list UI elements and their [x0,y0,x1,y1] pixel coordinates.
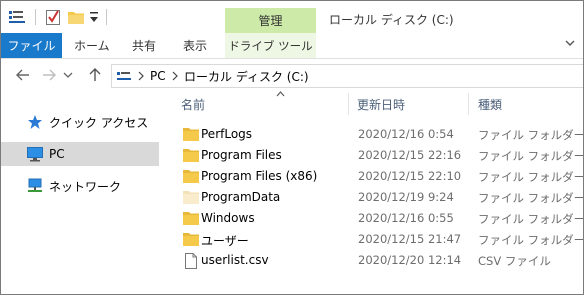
file-type: ファイル フォルダー [478,233,584,247]
computer-icon [27,146,43,162]
navigation-pane: クイック アクセス PC ネットワーク [1,91,161,294]
address-row: PC ローカル ディスク (C:) [1,59,583,91]
file-type: ファイル フォルダー [478,128,584,142]
file-modified: 2020/12/16 0:55 [358,211,454,225]
file-type: ファイル フォルダー [478,191,584,205]
customize-toolbar-icon[interactable] [89,9,99,25]
back-arrow-icon[interactable] [13,65,33,85]
file-modified: 2020/12/19 9:24 [358,190,454,204]
column-separator[interactable] [348,93,349,115]
file-name: Windows [201,211,255,225]
file-modified: 2020/12/15 21:47 [358,232,462,246]
file-name: Program Files (x86) [201,169,318,183]
file-name: PerfLogs [201,127,253,141]
tab-share[interactable]: 共有 [132,33,156,58]
nav-item-label: ネットワーク [49,179,122,194]
nav-item-quick-access[interactable]: クイック アクセス [1,110,159,134]
tab-home[interactable]: ホーム [74,33,110,58]
list-item[interactable]: Program Files (x86) 2020/12/15 22:10 ファイ… [179,166,583,187]
folder-icon [183,169,199,183]
file-type: CSV ファイル [478,254,551,268]
hidden-folder-icon [183,190,199,204]
file-modified: 2020/12/16 0:54 [358,127,454,141]
column-header-name[interactable]: 名前 [181,91,351,117]
file-name: ユーザー [201,234,249,248]
folder-icon [183,232,199,246]
new-folder-icon[interactable] [68,9,84,25]
file-name: Program Files [201,148,282,162]
breadcrumb-pc[interactable]: PC [150,65,166,87]
ribbon-tabs: ファイル ホーム 共有 表示 ドライブ ツール [1,33,583,59]
column-header-modified[interactable]: 更新日時 [357,91,467,117]
manage-tab[interactable]: 管理 [225,8,316,33]
toolbar-separator [106,9,107,25]
column-header-label: 更新日時 [357,97,406,112]
breadcrumb-local-disk[interactable]: ローカル ディスク (C:) [184,65,309,87]
list-item[interactable]: Windows 2020/12/16 0:55 ファイル フォルダー [179,208,583,229]
forward-arrow-icon[interactable] [39,65,59,85]
file-list: 名前 更新日時 種類 PerfLogs 2020/12/16 0:54 ファイル… [161,91,583,294]
tab-file[interactable]: ファイル [1,33,62,58]
star-icon [27,114,43,130]
chevron-right-icon[interactable] [172,65,178,87]
file-icon [183,253,199,269]
file-type: ファイル フォルダー [478,212,584,226]
folder-icon [183,148,199,162]
column-header-label: 名前 [181,97,206,112]
explorer-window: 管理 ローカル ディスク (C:) ファイル ホーム 共有 表示 ドライブ ツー… [0,0,584,295]
list-item[interactable]: PerfLogs 2020/12/16 0:54 ファイル フォルダー [179,124,583,145]
list-item[interactable]: Program Files 2020/12/15 22:16 ファイル フォルダ… [179,145,583,166]
tab-drive-tools[interactable]: ドライブ ツール [225,33,316,58]
file-type: ファイル フォルダー [478,170,584,184]
folder-icon [183,211,199,225]
sort-ascending-icon [276,90,285,100]
file-modified: 2020/12/15 22:16 [358,148,462,162]
file-modified: 2020/12/20 12:14 [358,253,462,267]
list-item[interactable]: ProgramData 2020/12/19 9:24 ファイル フォルダー [179,187,583,208]
nav-item-network[interactable]: ネットワーク [1,174,159,198]
file-name: userlist.csv [201,253,269,267]
list-item[interactable]: ユーザー 2020/12/15 21:47 ファイル フォルダー [179,229,583,250]
checkbox-icon[interactable] [46,9,60,25]
network-icon [27,178,43,194]
folder-icon [183,127,199,141]
title-bar: 管理 ローカル ディスク (C:) [1,1,583,33]
up-arrow-icon[interactable] [85,65,105,85]
chevron-down-icon[interactable] [563,37,577,51]
column-separator[interactable] [468,93,469,115]
column-header-label: 種類 [478,97,503,112]
file-modified: 2020/12/15 22:10 [358,169,462,183]
file-name: ProgramData [201,190,281,204]
address-bar[interactable]: PC ローカル ディスク (C:) [111,64,583,88]
pc-location-icon [116,65,132,87]
chevron-right-icon[interactable] [138,65,144,87]
properties-icon[interactable] [9,9,25,25]
column-header-type[interactable]: 種類 [478,91,578,117]
file-type: ファイル フォルダー [478,149,584,163]
toolbar-separator [35,9,36,25]
recent-locations-icon[interactable] [61,65,75,85]
window-title: ローカル ディスク (C:) [329,13,454,27]
tab-view[interactable]: 表示 [183,33,207,58]
nav-item-label: クイック アクセス [49,115,149,130]
list-item[interactable]: userlist.csv 2020/12/20 12:14 CSV ファイル [179,250,583,271]
nav-item-pc[interactable]: PC [1,142,159,166]
nav-item-label: PC [49,147,65,161]
